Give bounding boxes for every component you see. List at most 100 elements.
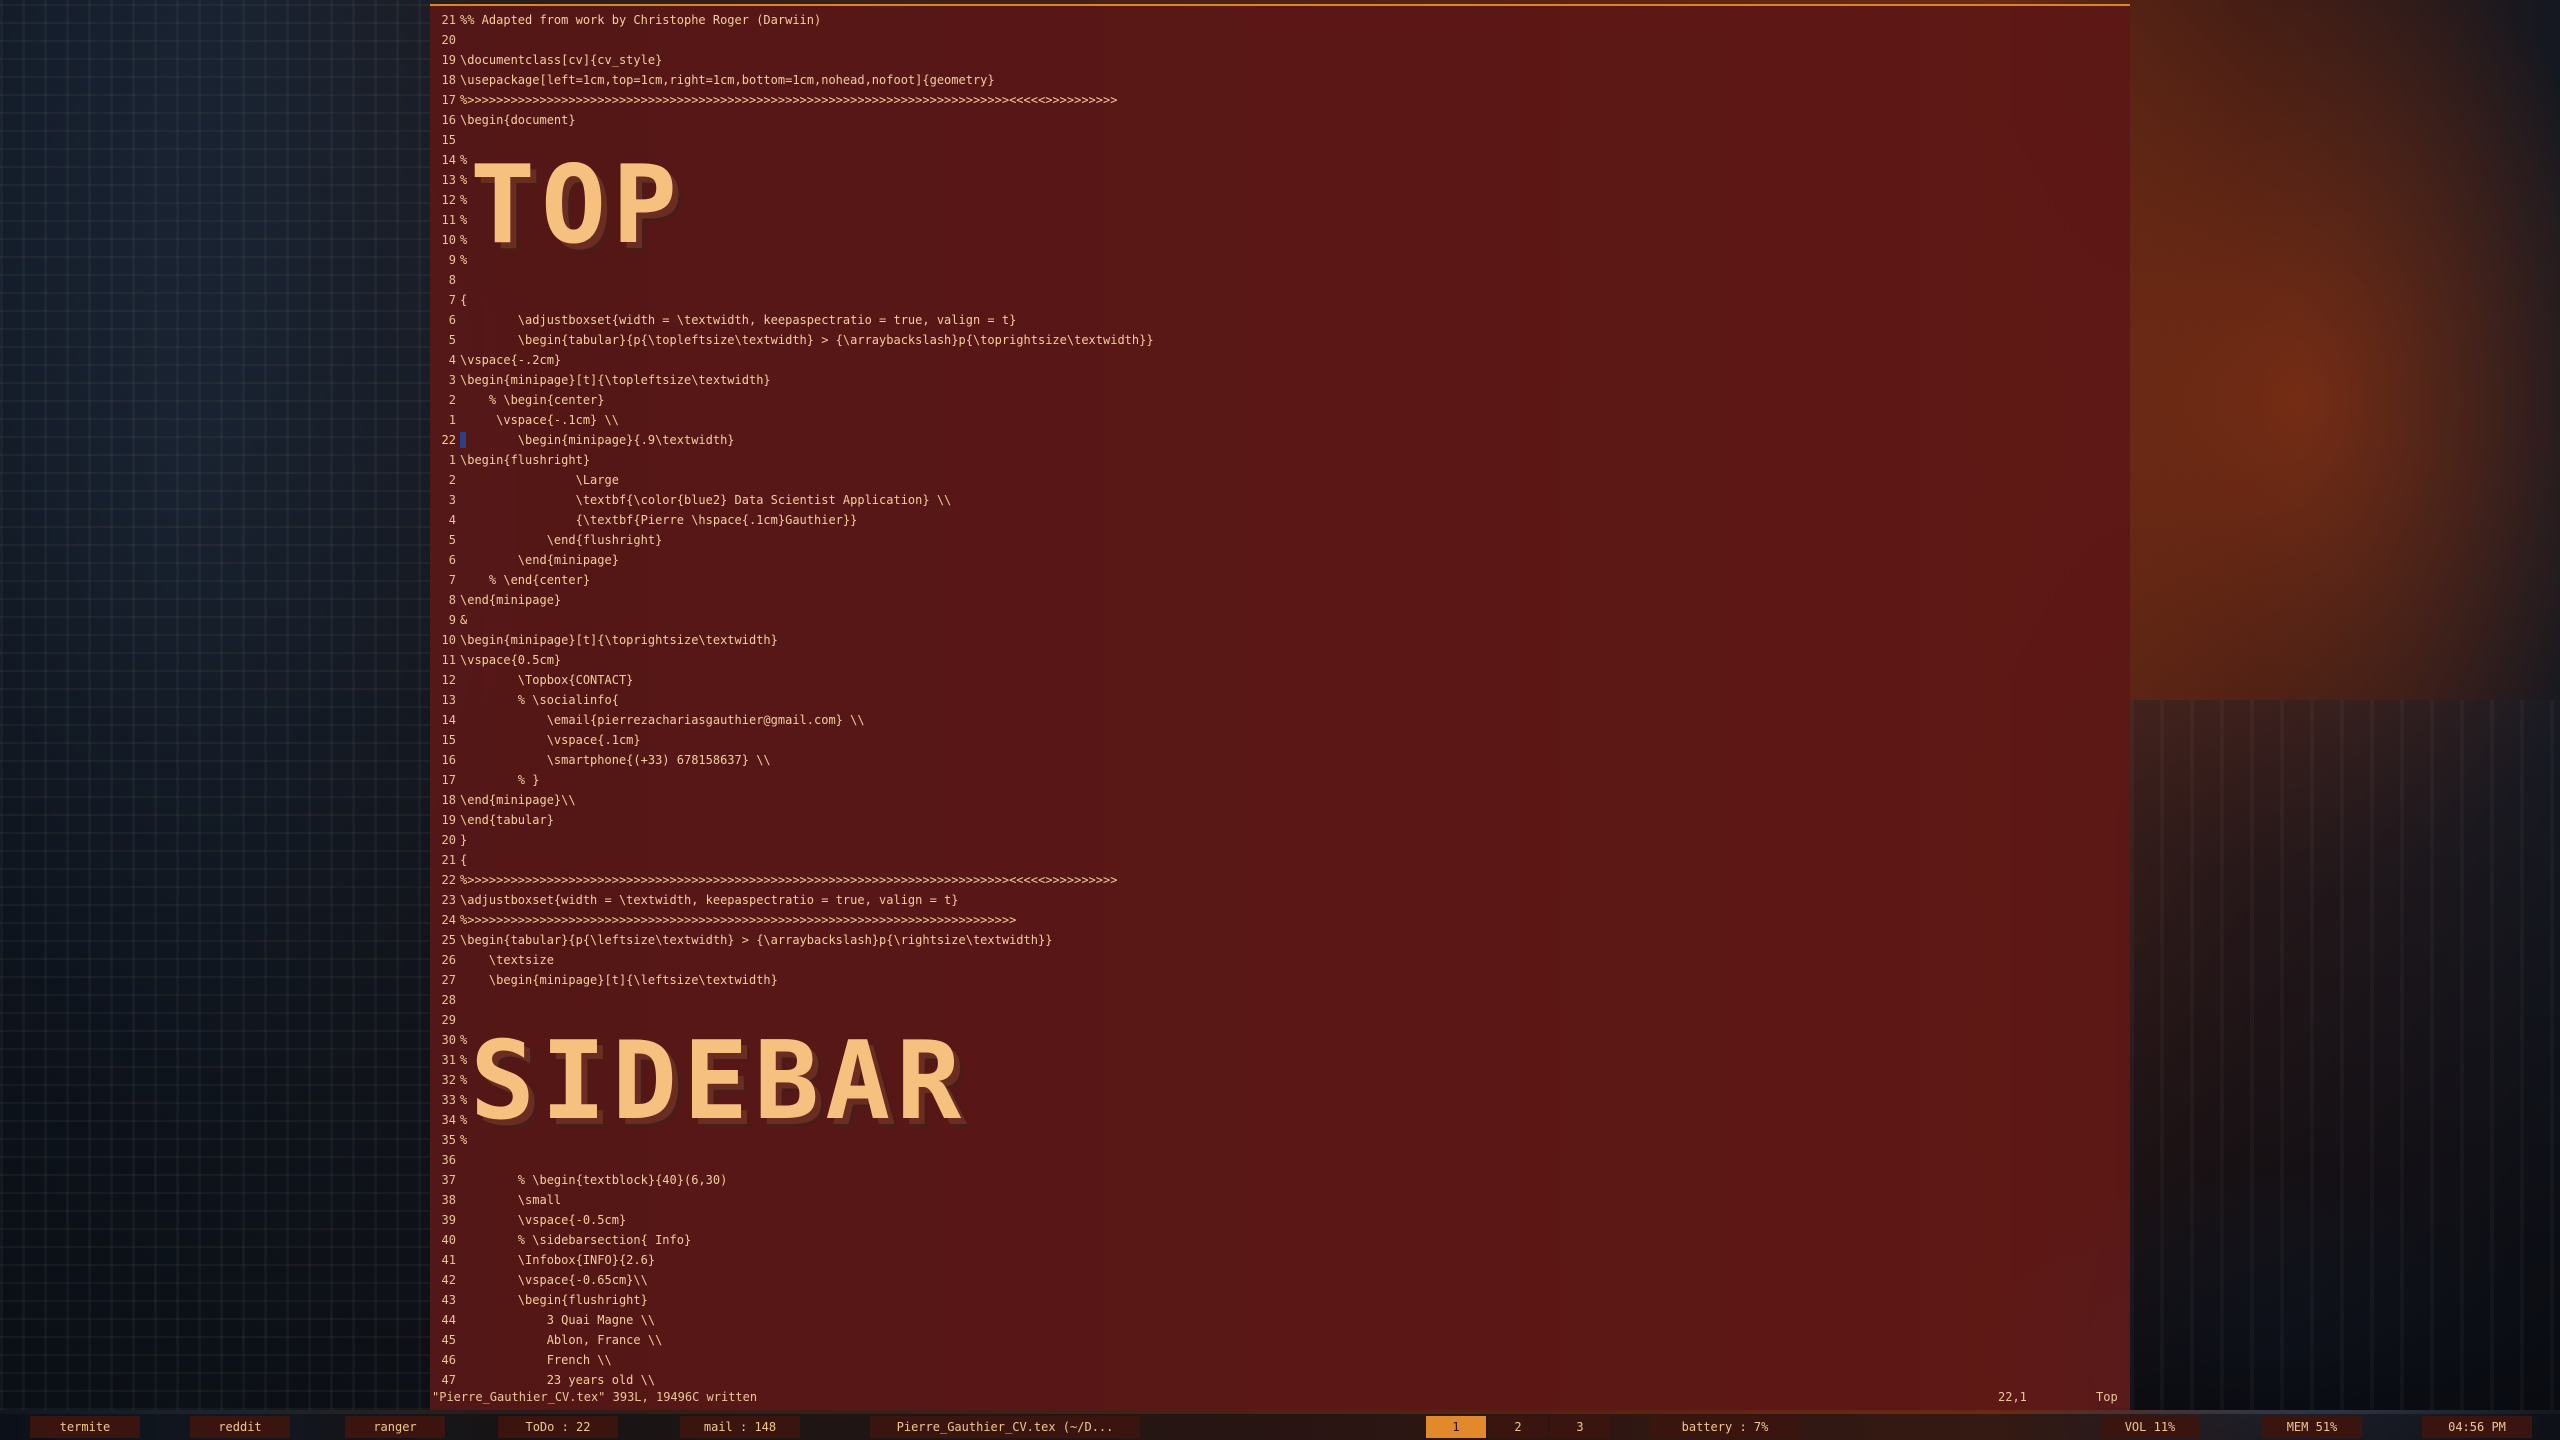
- vim-editor-window[interactable]: 21%% Adapted from work by Christophe Rog…: [430, 4, 2130, 1410]
- editor-line[interactable]: 9%: [430, 250, 2130, 270]
- taskbar-todo[interactable]: ToDo : 22: [498, 1416, 618, 1438]
- line-text[interactable]: \vspace{-0.65cm}\\: [460, 1270, 648, 1290]
- editor-line[interactable]: 41 \Infobox{INFO}{2.6}: [430, 1250, 2130, 1270]
- line-text[interactable]: % \end{center}: [460, 570, 590, 590]
- editor-line[interactable]: 2 \Large: [430, 470, 2130, 490]
- line-text[interactable]: \begin{minipage}[t]{\topleftsize\textwid…: [460, 370, 771, 390]
- editor-line[interactable]: 26 \textsize: [430, 950, 2130, 970]
- line-text[interactable]: %: [460, 210, 467, 230]
- editor-line[interactable]: 44 3 Quai Magne \\: [430, 1310, 2130, 1330]
- editor-line[interactable]: 10%: [430, 230, 2130, 250]
- line-text[interactable]: \begin{tabular}{p{\leftsize\textwidth} >…: [460, 930, 1052, 950]
- editor-line[interactable]: 16 \begin{document}: [430, 110, 2130, 130]
- editor-line[interactable]: 8: [430, 270, 2130, 290]
- line-text[interactable]: % \socialinfo{: [460, 690, 619, 710]
- line-text[interactable]: {: [460, 850, 467, 870]
- editor-line[interactable]: 24 %>>>>>>>>>>>>>>>>>>>>>>>>>>>>>>>>>>>>>…: [430, 910, 2130, 930]
- editor-line[interactable]: 22 \begin{minipage}{.9\textwidth}: [430, 430, 2130, 450]
- line-text[interactable]: 23 years old \\: [460, 1370, 655, 1390]
- line-text[interactable]: \end{flushright}: [460, 530, 663, 550]
- line-text[interactable]: \vspace{0.5cm}: [460, 650, 561, 670]
- editor-line[interactable]: 3 \textbf{\color{blue2} Data Scientist A…: [430, 490, 2130, 510]
- line-text[interactable]: \vspace{.1cm}: [460, 730, 641, 750]
- editor-line[interactable]: 40 % \sidebarsection{ Info}: [430, 1230, 2130, 1250]
- line-text[interactable]: %: [460, 1130, 467, 1150]
- editor-line[interactable]: 42 \vspace{-0.65cm}\\: [430, 1270, 2130, 1290]
- line-text[interactable]: \begin{document}: [460, 110, 576, 130]
- line-text[interactable]: \begin{tabular}{p{\topleftsize\textwidth…: [460, 330, 1154, 350]
- taskbar-ranger[interactable]: ranger: [345, 1416, 445, 1438]
- line-text[interactable]: \end{minipage}: [460, 590, 561, 610]
- line-text[interactable]: French \\: [460, 1350, 612, 1370]
- line-text[interactable]: \usepackage[left=1cm,top=1cm,right=1cm,b…: [460, 70, 995, 90]
- editor-line[interactable]: 38 \small: [430, 1190, 2130, 1210]
- workspace-2[interactable]: 2: [1488, 1416, 1548, 1438]
- line-text[interactable]: \vspace{-.1cm} \\: [460, 410, 619, 430]
- line-text[interactable]: \Large: [460, 470, 619, 490]
- editor-line[interactable]: 36: [430, 1150, 2130, 1170]
- line-text[interactable]: \smartphone{(+33) 678158637} \\: [460, 750, 771, 770]
- line-text[interactable]: %: [460, 170, 467, 190]
- editor-line[interactable]: 28: [430, 990, 2130, 1010]
- taskbar-reddit[interactable]: reddit: [190, 1416, 290, 1438]
- editor-line[interactable]: 19 \end{tabular}: [430, 810, 2130, 830]
- editor-line[interactable]: 21 %% Adapted from work by Christophe Rog…: [430, 10, 2130, 30]
- line-text[interactable]: %: [460, 1110, 467, 1130]
- editor-line[interactable]: 1 \begin{flushright}: [430, 450, 2130, 470]
- editor-line[interactable]: 18 \end{minipage}\\: [430, 790, 2130, 810]
- line-text[interactable]: \email{pierrezachariasgauthier@gmail.com…: [460, 710, 865, 730]
- line-text[interactable]: \Infobox{INFO}{2.6}: [460, 1250, 655, 1270]
- line-text[interactable]: \begin{minipage}{.9\textwidth}: [460, 430, 735, 450]
- taskbar-termite[interactable]: termite: [30, 1416, 140, 1438]
- line-text[interactable]: \textbf{\color{blue2} Data Scientist App…: [460, 490, 952, 510]
- line-text[interactable]: % \begin{center}: [460, 390, 605, 410]
- editor-line[interactable]: 4 {\textbf{Pierre \hspace{.1cm}Gauthier}…: [430, 510, 2130, 530]
- line-text[interactable]: \end{minipage}: [460, 550, 619, 570]
- line-text[interactable]: %: [460, 1050, 467, 1070]
- editor-line[interactable]: 5 \begin{tabular}{p{\topleftsize\textwid…: [430, 330, 2130, 350]
- editor-line[interactable]: 14 \email{pierrezachariasgauthier@gmail.…: [430, 710, 2130, 730]
- editor-line[interactable]: 27 \begin{minipage}[t]{\leftsize\textwid…: [430, 970, 2130, 990]
- editor-line[interactable]: 18 \usepackage[left=1cm,top=1cm,right=1cm…: [430, 70, 2130, 90]
- editor-line[interactable]: 25 \begin{tabular}{p{\leftsize\textwidth}…: [430, 930, 2130, 950]
- line-text[interactable]: \begin{flushright}: [460, 1290, 648, 1310]
- line-text[interactable]: %: [460, 1070, 467, 1090]
- line-text[interactable]: {\textbf{Pierre \hspace{.1cm}Gauthier}}: [460, 510, 858, 530]
- editor-line[interactable]: 43 \begin{flushright}: [430, 1290, 2130, 1310]
- line-text[interactable]: %% Adapted from work by Christophe Roger…: [460, 10, 821, 30]
- line-text[interactable]: %: [460, 190, 467, 210]
- line-text[interactable]: % }: [460, 770, 540, 790]
- editor-line[interactable]: 15 \vspace{.1cm}: [430, 730, 2130, 750]
- line-text[interactable]: % \begin{textblock}{40}(6,30): [460, 1170, 728, 1190]
- editor-line[interactable]: 6 \adjustboxset{width = \textwidth, keep…: [430, 310, 2130, 330]
- editor-line[interactable]: 22 %>>>>>>>>>>>>>>>>>>>>>>>>>>>>>>>>>>>>>…: [430, 870, 2130, 890]
- line-text[interactable]: \begin{minipage}[t]{\leftsize\textwidth}: [460, 970, 778, 990]
- line-text[interactable]: %: [460, 250, 467, 270]
- line-text[interactable]: \adjustboxset{width = \textwidth, keepas…: [460, 890, 959, 910]
- editor-line[interactable]: 46 French \\: [430, 1350, 2130, 1370]
- editor-line[interactable]: 15: [430, 130, 2130, 150]
- line-text[interactable]: \textsize: [460, 950, 554, 970]
- editor-line[interactable]: 10 \begin{minipage}[t]{\toprightsize\text…: [430, 630, 2130, 650]
- editor-line[interactable]: 39 \vspace{-0.5cm}: [430, 1210, 2130, 1230]
- editor-line[interactable]: 13%: [430, 170, 2130, 190]
- editor-line[interactable]: 11%: [430, 210, 2130, 230]
- editor-line[interactable]: 6 \end{minipage}: [430, 550, 2130, 570]
- line-text[interactable]: }: [460, 830, 467, 850]
- line-text[interactable]: \end{minipage}\\: [460, 790, 576, 810]
- line-text[interactable]: \adjustboxset{width = \textwidth, keepas…: [460, 310, 1017, 330]
- line-text[interactable]: &: [460, 610, 467, 630]
- line-text[interactable]: 3 Quai Magne \\: [460, 1310, 655, 1330]
- editor-line[interactable]: 20: [430, 30, 2130, 50]
- editor-line[interactable]: 11 \vspace{0.5cm}: [430, 650, 2130, 670]
- editor-line[interactable]: 12 \Topbox{CONTACT}: [430, 670, 2130, 690]
- line-text[interactable]: \end{tabular}: [460, 810, 554, 830]
- editor-line[interactable]: 17 % }: [430, 770, 2130, 790]
- line-text[interactable]: \documentclass[cv]{cv_style}: [460, 50, 662, 70]
- editor-line[interactable]: 9 &: [430, 610, 2130, 630]
- editor-line[interactable]: 3 \begin{minipage}[t]{\topleftsize\textwi…: [430, 370, 2130, 390]
- editor-line[interactable]: 2 % \begin{center}: [430, 390, 2130, 410]
- line-text[interactable]: \begin{flushright}: [460, 450, 590, 470]
- editor-buffer[interactable]: 21%% Adapted from work by Christophe Rog…: [430, 10, 2130, 1390]
- editor-line[interactable]: 23 \adjustboxset{width = \textwidth, keep…: [430, 890, 2130, 910]
